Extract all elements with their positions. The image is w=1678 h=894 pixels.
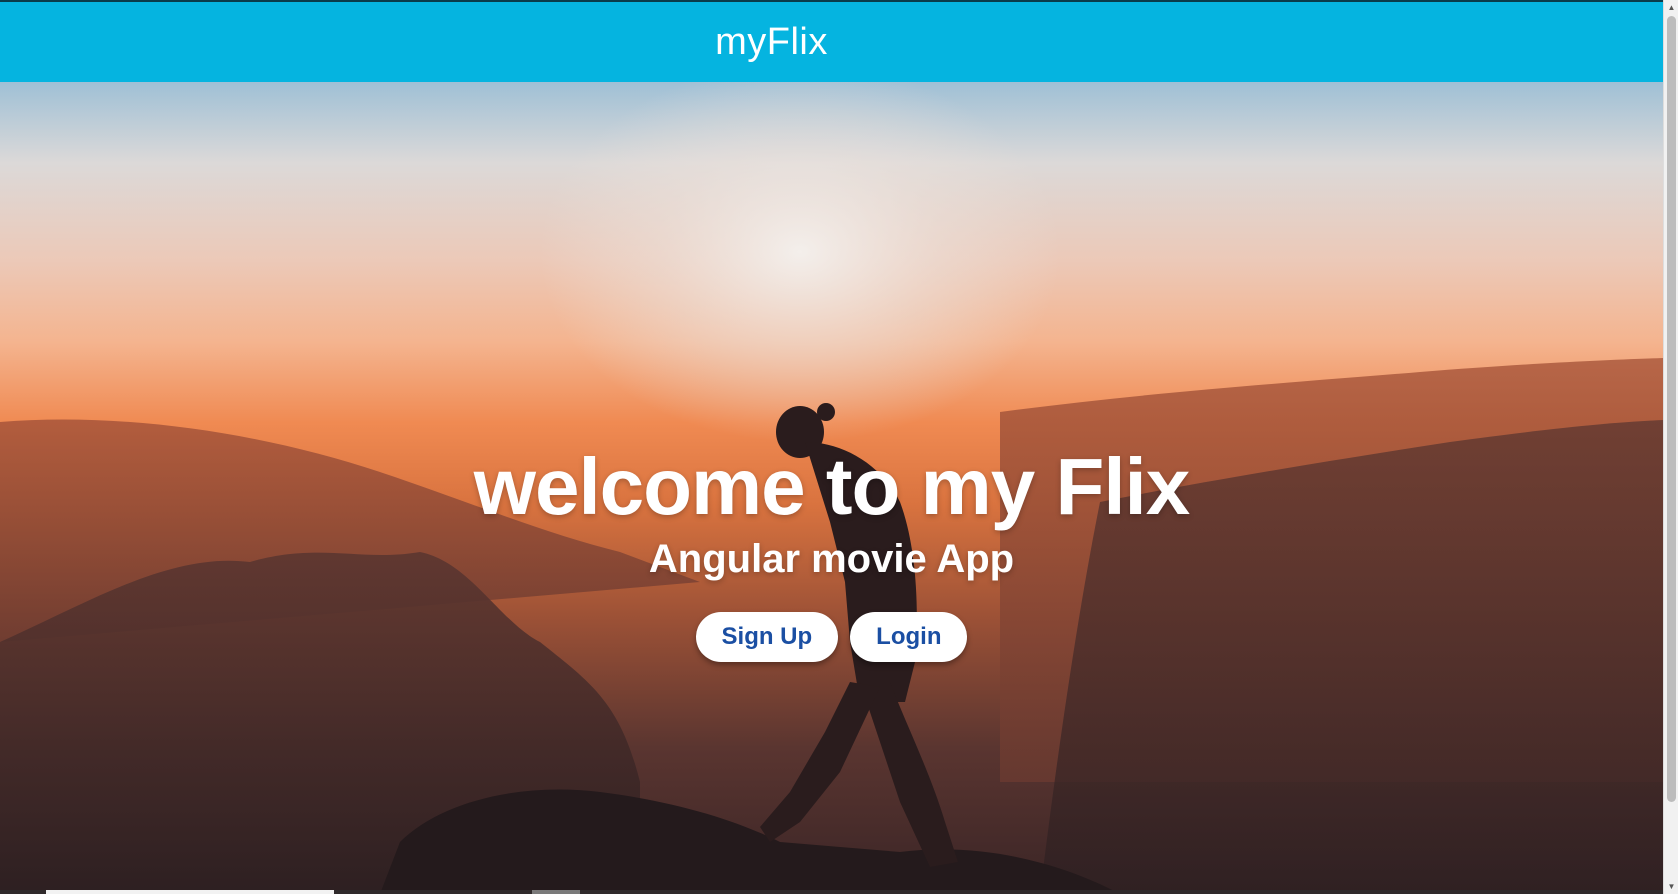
app-title: myFlix [715,20,828,63]
bottom-strip-segment [46,890,334,894]
bottom-strip-segment [532,890,580,894]
hero-subtitle: Angular movie App [648,537,1015,581]
login-button[interactable]: Login [850,612,968,662]
hero-section: welcome to my Flix Angular movie App Sig… [0,82,1663,894]
hero-title: welcome to my Flix [473,442,1191,531]
scroll-down-arrow-icon[interactable]: ▼ [1664,879,1678,894]
app-viewport: myFlix welcome to my Flix Angular movie … [0,0,1663,894]
scroll-up-arrow-icon[interactable]: ▲ [1664,0,1678,15]
top-toolbar: myFlix [0,0,1663,82]
scrollbar-thumb[interactable] [1667,16,1676,802]
bottom-edge-strip [0,890,1663,894]
signup-button[interactable]: Sign Up [695,612,839,662]
hero-content: welcome to my Flix Angular movie App Sig… [0,442,1663,662]
auth-button-group: Sign Up Login [695,612,968,662]
vertical-scrollbar[interactable]: ▲ ▼ [1663,0,1678,894]
